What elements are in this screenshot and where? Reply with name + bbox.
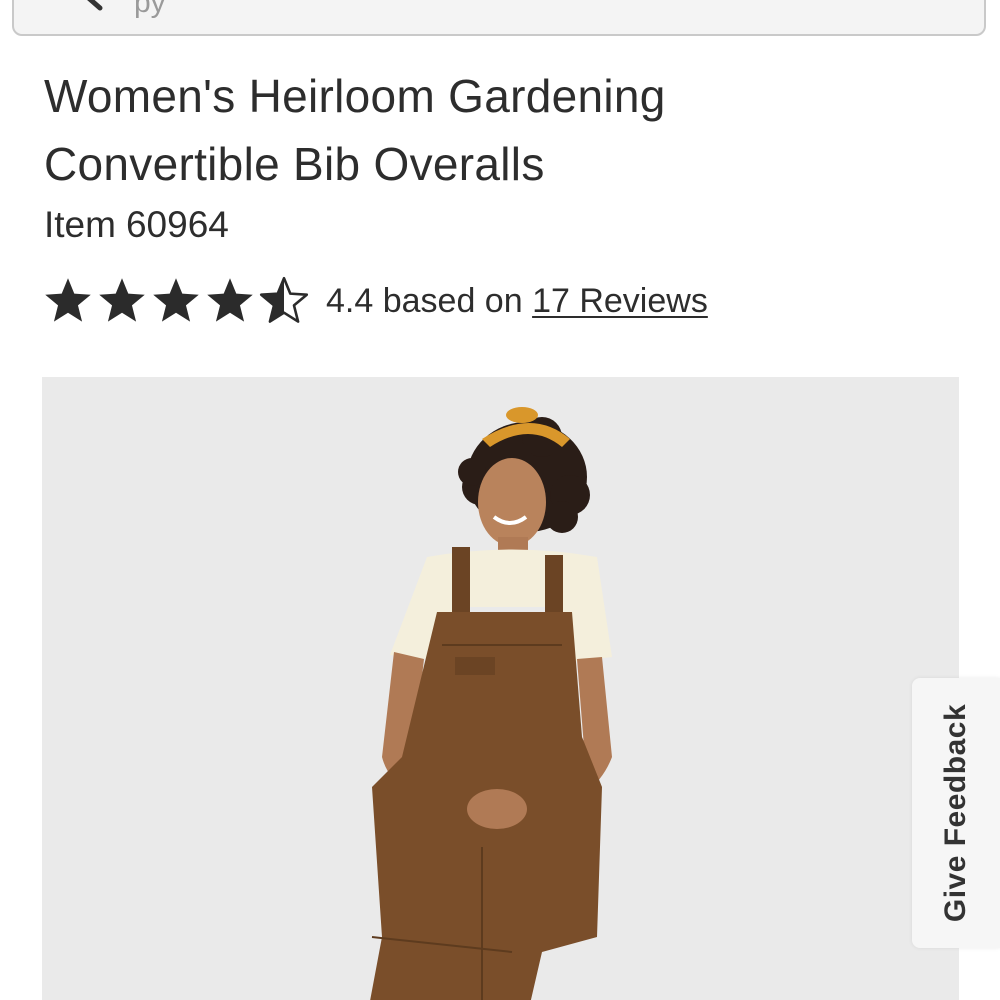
model-photo	[42, 377, 959, 1000]
search-icon[interactable]	[70, 0, 110, 18]
reviews-link[interactable]: 17 Reviews	[532, 282, 708, 320]
give-feedback-tab[interactable]: Give Feedback	[912, 678, 1000, 948]
product-page: py Women's Heirloom Gardening Convertibl…	[0, 0, 1000, 1000]
star-icon-filled	[207, 278, 253, 322]
product-title-line-2: Convertible Bib Overalls	[44, 138, 545, 190]
star-icon-filled	[153, 278, 199, 322]
star-icon-half	[259, 276, 309, 323]
star-icon-filled	[45, 278, 91, 322]
product-title-line-1: Women's Heirloom Gardening	[44, 70, 666, 122]
star-rating	[42, 275, 312, 327]
star-icon-filled	[99, 278, 145, 322]
rating-summary: 4.4 based on 17 Reviews	[42, 274, 708, 328]
item-number-value: 60964	[125, 204, 229, 245]
product-image[interactable]	[42, 377, 959, 1000]
give-feedback-label: Give Feedback	[939, 703, 972, 923]
item-number: Item 60964	[44, 202, 229, 248]
rating-value-text: 4.4 based on	[326, 281, 523, 320]
product-title: Women's Heirloom Gardening Convertible B…	[44, 62, 944, 198]
item-number-prefix: Item	[44, 204, 116, 245]
rating-text: 4.4 based on 17 Reviews	[326, 282, 708, 321]
search-placeholder: py	[134, 0, 166, 19]
search-bar[interactable]: py	[12, 0, 986, 36]
